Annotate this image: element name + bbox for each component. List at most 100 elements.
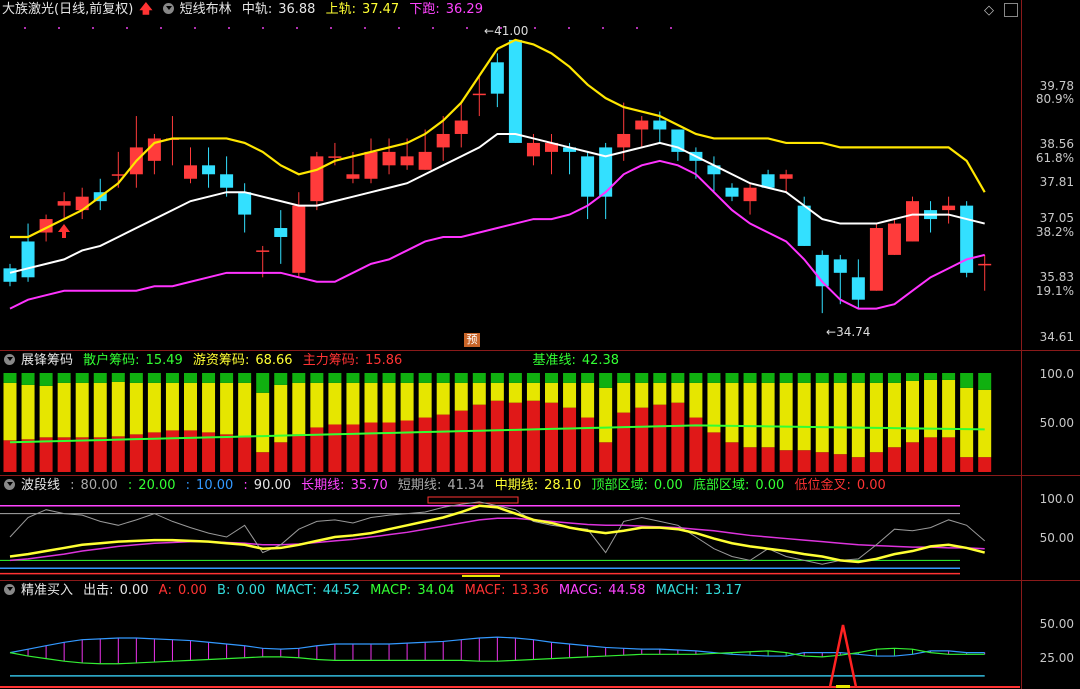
- retail-chip-bar: [960, 373, 974, 388]
- hot-chip-bar: [960, 387, 974, 458]
- price-tick: 34.61: [1039, 330, 1074, 344]
- retail-chip-bar: [671, 373, 685, 383]
- candle-body: [75, 196, 89, 211]
- hot-chip-bar: [147, 382, 161, 433]
- hot-chip-bar: [815, 382, 829, 453]
- main-chip-bar: [545, 402, 558, 472]
- main-chip-bar: [635, 407, 649, 472]
- hot-chip-bar: [382, 382, 396, 423]
- candle-body: [617, 133, 631, 148]
- chips-tick: 100.0: [1039, 367, 1074, 381]
- hot-chip-bar: [418, 382, 432, 418]
- main-chart-panel: 大族激光(日线,前复权) 🡅 短线布林 中轨: 36.88 上轨: 37.47 下跑: 3…: [0, 0, 1080, 350]
- retail-chip-bar: [328, 373, 342, 383]
- pct-tick: 61.8%: [1035, 151, 1074, 165]
- grid-dot: [534, 27, 536, 29]
- hot-chip-bar: [563, 382, 577, 408]
- buy-arrow-icon: [58, 224, 70, 238]
- main-chip-bar: [220, 434, 234, 472]
- retail-chip-bar: [869, 373, 883, 383]
- main-chip-bar: [924, 437, 938, 472]
- chips-panel: 展锋筹码 散户筹码: 15.49 游资筹码: 68.66 主力筹码: 15.86 基准…: [0, 351, 1080, 475]
- grid-dot: [602, 27, 604, 29]
- candle-body: [779, 174, 793, 179]
- hot-chip-bar: [292, 382, 306, 435]
- retail-chip-bar: [165, 373, 179, 383]
- candle-body: [436, 133, 450, 148]
- price-tick: 38.56: [1039, 137, 1074, 151]
- grid-dot: [58, 27, 60, 29]
- high-price-marker: ←41.00: [484, 24, 529, 38]
- hot-chip-bar: [436, 382, 450, 415]
- hot-chip-bar: [743, 382, 757, 448]
- main-chip-bar: [436, 414, 450, 472]
- grid-dot: [670, 27, 672, 29]
- retail-chip-bar: [887, 373, 901, 383]
- candle-body: [21, 241, 35, 278]
- candle-body: [887, 223, 901, 255]
- grid-dot: [228, 27, 230, 29]
- retail-chip-bar: [364, 373, 378, 383]
- main-chip-bar: [779, 450, 793, 472]
- wave-chart[interactable]: [0, 476, 1020, 580]
- retail-chip-bar: [220, 373, 234, 383]
- candlestick-chart[interactable]: [0, 0, 1020, 350]
- hot-chip-bar: [93, 382, 107, 438]
- main-chip-bar: [743, 447, 757, 472]
- main-chip-bar: [382, 422, 396, 472]
- candle-body: [508, 39, 522, 143]
- grid-dot: [364, 27, 366, 29]
- main-chip-bar: [292, 434, 306, 472]
- grid-dot: [398, 27, 400, 29]
- forecast-badge[interactable]: 预: [464, 333, 480, 347]
- hot-chip-bar: [346, 382, 360, 425]
- main-chip-bar: [364, 422, 378, 472]
- pct-tick: 38.2%: [1035, 225, 1074, 239]
- price-tick: 39.78: [1039, 79, 1074, 93]
- main-chip-bar: [581, 417, 595, 472]
- wave-panel: 波段线 :80.00 :20.00 :10.00 :90.00 长期线: 35.7…: [0, 476, 1080, 580]
- retail-chip-bar: [436, 373, 450, 383]
- hot-chip-bar: [779, 382, 793, 451]
- retail-chip-bar: [978, 373, 992, 390]
- retail-chip-bar: [563, 373, 577, 383]
- retail-chip-bar: [75, 373, 89, 383]
- retail-chip-bar: [147, 373, 161, 383]
- retail-chip-bar: [797, 373, 811, 383]
- hot-chip-bar: [364, 382, 378, 423]
- grid-dot: [24, 27, 26, 29]
- main-chip-bar: [833, 454, 847, 472]
- candle-body: [364, 151, 378, 179]
- main-chip-bar: [942, 437, 956, 472]
- retail-chip-bar: [545, 373, 558, 383]
- retail-chip-bar: [93, 373, 107, 383]
- wave-axis: 100.0 50.00: [1021, 476, 1080, 580]
- short-term-line: [9, 501, 986, 565]
- chips-chart[interactable]: [0, 351, 1020, 475]
- hot-chip-bar: [472, 382, 486, 405]
- hot-chip-bar: [617, 382, 631, 413]
- retail-chip-bar: [725, 373, 739, 383]
- candle-body: [328, 156, 342, 158]
- hot-chip-bar: [581, 382, 595, 418]
- main-chip-bar: [725, 442, 739, 472]
- hot-chip-bar: [400, 382, 414, 421]
- hot-chip-bar: [21, 384, 35, 440]
- hot-chip-bar: [526, 382, 540, 401]
- low-price-marker: ←34.74: [826, 325, 871, 339]
- main-chip-bar: [599, 442, 613, 472]
- retail-chip-bar: [851, 373, 865, 383]
- bottom-zone-mark: [462, 575, 500, 577]
- main-chip-bar: [797, 450, 811, 472]
- wave-tick: 100.0: [1039, 492, 1074, 506]
- retail-chip-bar: [906, 373, 919, 381]
- candle-body: [418, 151, 432, 170]
- main-chip-bar: [653, 404, 667, 472]
- buy-chart[interactable]: [0, 581, 1020, 689]
- retail-chip-bar: [526, 373, 540, 383]
- candle-body: [57, 201, 71, 206]
- candle-body: [292, 205, 306, 273]
- chips-axis: 100.0 50.00: [1021, 351, 1080, 475]
- main-chip-bar: [346, 424, 360, 472]
- hot-chip-bar: [39, 385, 53, 438]
